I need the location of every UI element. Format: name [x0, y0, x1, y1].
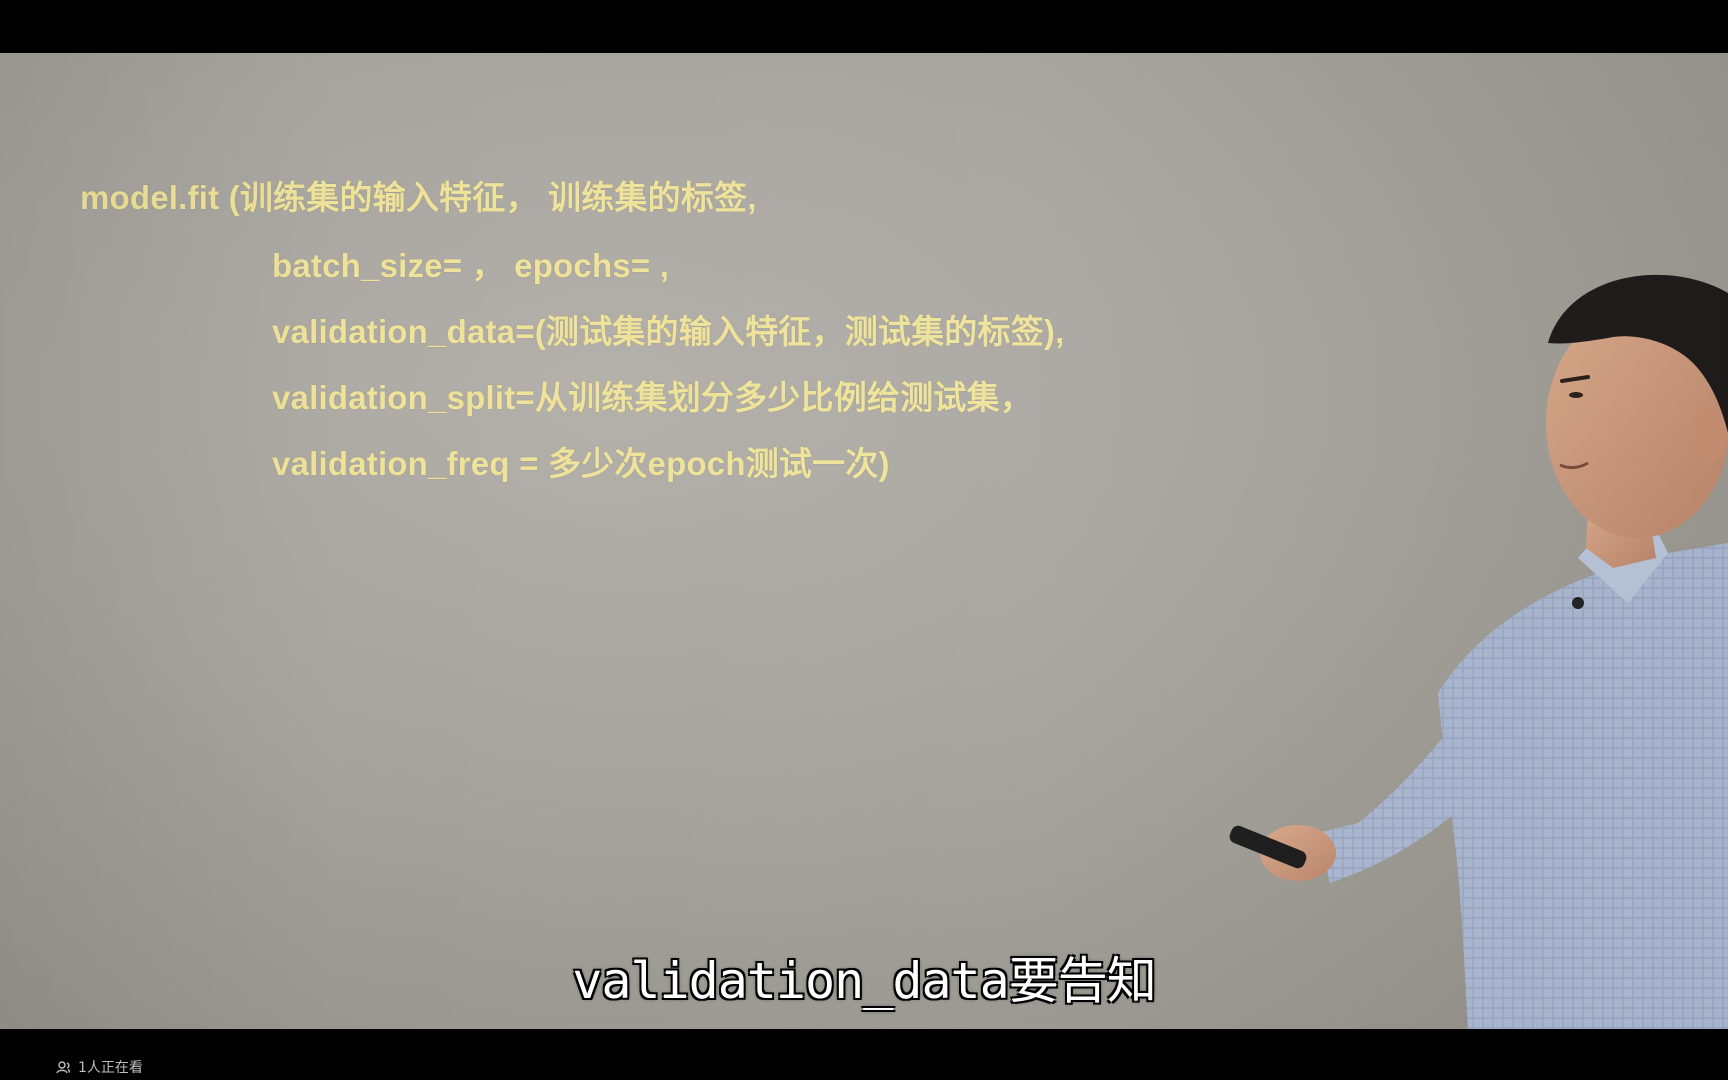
subtitle-caption: validation_data要告知 — [572, 952, 1157, 1010]
slide-line-3: validation_data=(测试集的输入特征，测试集的标签), — [272, 313, 1065, 350]
presenter-figure — [1229, 274, 1728, 1029]
slide-line-1: model.fit (训练集的输入特征， 训练集的标签, — [80, 179, 757, 216]
video-player[interactable]: model.fit (训练集的输入特征， 训练集的标签, batch_size=… — [0, 0, 1728, 1080]
player-bottom-bar — [0, 1029, 1728, 1080]
viewer-count-label: 1人正在看 — [78, 1060, 143, 1076]
slide-line-5: validation_freq = 多少次epoch测试一次) — [272, 445, 890, 482]
viewers-icon — [56, 1061, 71, 1074]
slide-line-2: batch_size= ， epochs= , — [272, 247, 670, 284]
slide-line-4: validation_split=从训练集划分多少比例给测试集， — [272, 379, 1033, 416]
viewer-count: 1人正在看 — [56, 1057, 143, 1077]
video-frame[interactable]: model.fit (训练集的输入特征， 训练集的标签, batch_size=… — [0, 53, 1728, 1029]
